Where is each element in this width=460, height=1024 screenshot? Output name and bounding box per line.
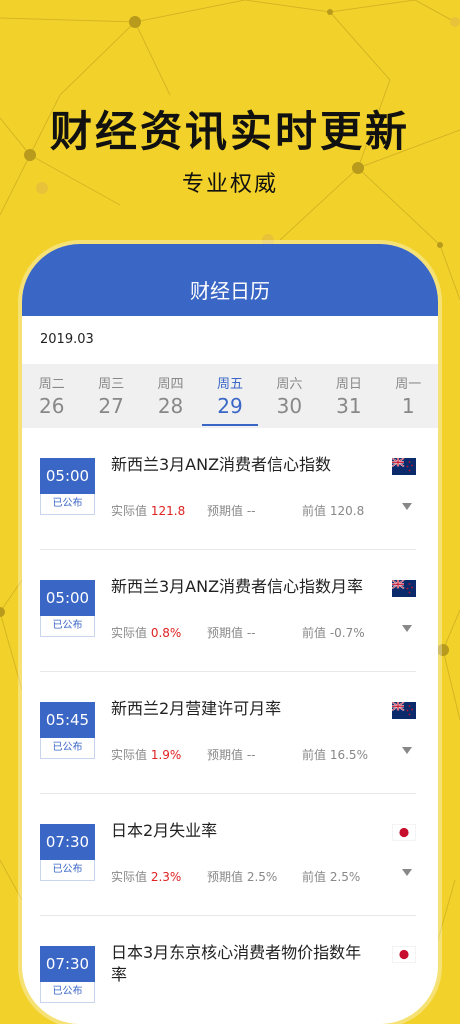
previous-label: 前值: [302, 870, 327, 884]
previous-label: 前值: [302, 748, 327, 762]
previous-value: 120.8: [329, 504, 365, 518]
day-tab-date: 1: [401, 394, 415, 418]
event-time-box: 07:30 已公布: [40, 824, 95, 881]
actual-value: 2.3%: [150, 870, 182, 884]
previous-value: 2.5%: [329, 870, 361, 884]
day-tab-weekday: 周一: [395, 377, 422, 392]
event-title: 日本2月失业率: [111, 821, 218, 840]
actual-label: 实际值: [111, 870, 148, 884]
day-tab[interactable]: 周六 30: [260, 364, 319, 428]
jp-flag: [391, 823, 417, 842]
forecast-label: 预期值: [207, 626, 244, 640]
event-list: 05:00 已公布 新西兰3月ANZ消费者信心指数 实际值 121.8 预期值 -- 前值…: [22, 428, 438, 1024]
expand-chevron-down-icon[interactable]: [402, 625, 412, 632]
event-time: 05:00: [40, 580, 95, 616]
event-list-item[interactable]: 07:30 已公布 日本2月失业率 实际值 2.3% 预期值 2.5% 前值 2.5%: [40, 794, 417, 916]
nz-flag: [391, 457, 416, 475]
nz-flag: [391, 579, 416, 597]
day-tab-date: 26: [38, 394, 65, 418]
event-title: 新西兰3月ANZ消费者信心指数月率: [111, 577, 364, 596]
forecast-value: 2.5%: [246, 870, 278, 884]
previous-value: -0.7%: [329, 626, 365, 640]
day-tab-date: 28: [157, 394, 184, 418]
event-time: 07:30: [40, 946, 95, 982]
expand-chevron-down-icon[interactable]: [402, 747, 412, 754]
previous-value: 16.5%: [329, 748, 368, 762]
event-title: 新西兰3月ANZ消费者信心指数: [111, 455, 332, 474]
day-tab[interactable]: 周日 31: [319, 364, 378, 428]
day-tab[interactable]: 周三 27: [81, 364, 140, 428]
event-list-item[interactable]: 05:00 已公布 新西兰3月ANZ消费者信心指数月率 实际值 0.8% 预期值 -- 前…: [40, 550, 416, 672]
month-label: 2019.03: [40, 332, 94, 347]
event-list-item[interactable]: 05:45 已公布 新西兰2月营建许可月率 实际值 1.9% 预期值 -- 前值 16.5…: [40, 672, 416, 794]
day-tab-date: 30: [276, 394, 303, 418]
forecast-label: 预期值: [207, 870, 244, 884]
event-list-item[interactable]: 07:30 已公布 日本3月东京核心消费者物价指数年率: [40, 916, 417, 1024]
forecast-label: 预期值: [207, 748, 244, 762]
day-tab-weekday: 周六: [276, 377, 303, 392]
actual-value: 121.8: [150, 504, 186, 518]
day-tab[interactable]: 周四 28: [141, 364, 200, 428]
day-tab-date: 31: [336, 394, 362, 418]
event-status-badge: 已公布: [40, 860, 95, 881]
forecast-label: 预期值: [207, 504, 244, 518]
forecast-value: --: [246, 748, 256, 762]
event-title: 日本3月东京核心消费者物价指数年率: [111, 943, 362, 984]
week-selector: 周二 26 周三 27 周四 28 周五 29 周六 30 周日 31 周一 1: [22, 364, 438, 428]
forecast-value: --: [246, 504, 256, 518]
event-status-badge: 已公布: [40, 494, 95, 515]
app-header: 财经日历: [22, 244, 438, 316]
day-tab[interactable]: 周一 1: [379, 364, 438, 428]
day-tab-date: 29: [217, 394, 243, 418]
event-title: 新西兰2月营建许可月率: [111, 699, 282, 718]
actual-label: 实际值: [111, 748, 148, 762]
app-header-title: 财经日历: [190, 278, 270, 303]
day-tab-weekday: 周四: [157, 377, 184, 392]
event-status-badge: 已公布: [40, 738, 95, 759]
actual-label: 实际值: [111, 626, 148, 640]
day-tab-weekday: 周日: [335, 377, 362, 392]
day-tab-date: 27: [98, 394, 124, 418]
event-time: 07:30: [40, 824, 95, 860]
day-tab-weekday: 周五: [216, 377, 243, 392]
event-time-box: 05:45 已公布: [40, 702, 95, 759]
event-status-badge: 已公布: [40, 616, 95, 637]
hero-subtitle: 专业权威: [181, 172, 278, 197]
event-time-box: 07:30 已公布: [40, 946, 95, 1003]
actual-value: 0.8%: [150, 626, 182, 640]
event-time: 05:45: [40, 702, 95, 738]
forecast-value: --: [246, 626, 256, 640]
event-status-badge: 已公布: [40, 982, 95, 1003]
hero-title: 财经资讯实时更新: [49, 107, 410, 156]
event-list-item[interactable]: 05:00 已公布 新西兰3月ANZ消费者信心指数 实际值 121.8 预期值 -- 前值…: [40, 428, 416, 550]
expand-chevron-down-icon[interactable]: [402, 503, 412, 510]
day-tab-weekday: 周二: [38, 377, 65, 392]
day-tab[interactable]: 周五 29: [200, 364, 259, 428]
actual-label: 实际值: [111, 504, 148, 518]
event-time-box: 05:00 已公布: [40, 580, 95, 637]
event-time: 05:00: [40, 458, 95, 494]
day-tab-weekday: 周三: [98, 377, 125, 392]
actual-value: 1.9%: [150, 748, 182, 762]
jp-flag: [391, 945, 417, 964]
expand-chevron-down-icon[interactable]: [402, 869, 412, 876]
phone-frame: 财经日历 2019.03 周二 26 周三 27 周四 28 周五 29 周六 30 周日 31 周一 1…: [22, 244, 438, 1024]
previous-label: 前值: [302, 626, 327, 640]
event-time-box: 05:00 已公布: [40, 458, 95, 515]
previous-label: 前值: [302, 504, 327, 518]
day-tab[interactable]: 周二 26: [22, 364, 81, 428]
nz-flag: [391, 701, 416, 719]
